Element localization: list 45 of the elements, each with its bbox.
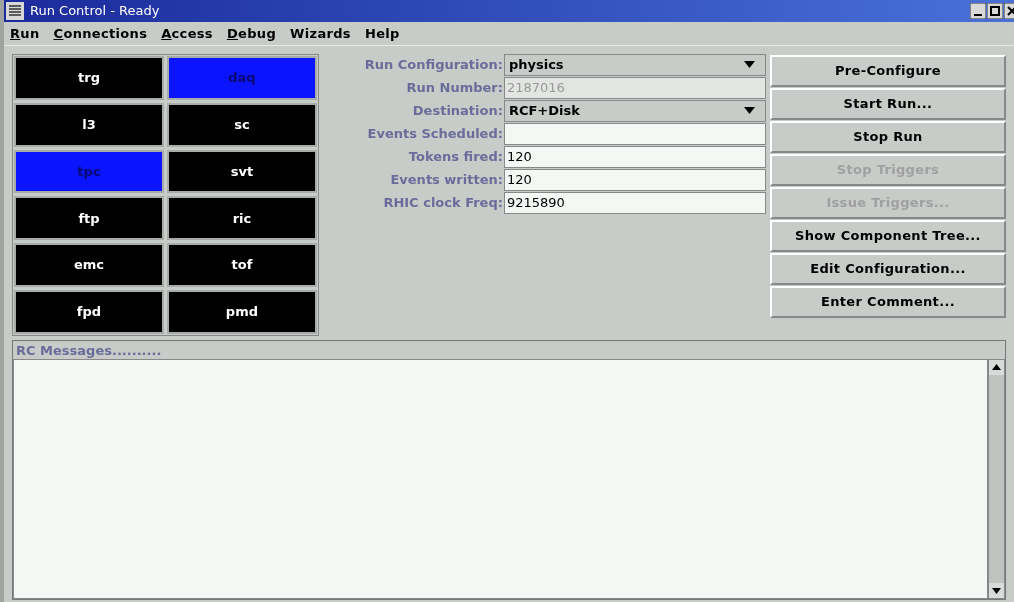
scrollbar[interactable] [988, 359, 1005, 599]
field-label: Run Number: [405, 78, 504, 97]
scroll-down-icon[interactable] [989, 583, 1004, 598]
input-field[interactable] [503, 122, 766, 145]
window-title: Run Control - Ready [30, 2, 161, 21]
input-field[interactable]: 120 [503, 145, 766, 168]
caret-icon [743, 61, 755, 68]
field-label: Run Configuration: [363, 55, 504, 74]
action-button[interactable]: Pre-Configure [769, 55, 1006, 87]
action-button[interactable]: Edit Configuration... [769, 253, 1006, 285]
component-button[interactable]: ftp [14, 196, 164, 241]
component-button[interactable]: trg [14, 56, 164, 100]
component-button[interactable]: emc [14, 243, 164, 288]
dropdown[interactable]: physics [503, 53, 766, 76]
window-menu-icon[interactable] [6, 2, 24, 20]
field-label: Tokens fired: [407, 147, 504, 166]
action-button[interactable]: Enter Comment... [769, 286, 1006, 318]
component-button[interactable]: l3 [14, 102, 164, 147]
component-button[interactable]: pmd [166, 290, 317, 334]
dropdown[interactable]: RCF+Disk [503, 99, 766, 122]
menu-item[interactable]: Access [161, 23, 213, 44]
component-button[interactable]: ric [166, 196, 317, 241]
component-button[interactable]: fpd [14, 290, 164, 334]
action-button[interactable]: Show Component Tree... [769, 220, 1006, 252]
messages-title: RC Messages.......... [15, 342, 163, 359]
menu-item[interactable]: Connections [53, 23, 148, 44]
menu-item[interactable]: Debug [226, 23, 277, 44]
action-button[interactable]: Stop Run [769, 121, 1006, 153]
component-button[interactable]: svt [166, 149, 317, 194]
action-button[interactable]: Start Run... [769, 88, 1006, 120]
menu-item[interactable]: Wizards [290, 23, 351, 44]
component-button[interactable]: tof [166, 243, 317, 288]
input-field[interactable]: 9215890 [503, 191, 766, 214]
menu-item[interactable]: Help [364, 23, 400, 44]
minimize-icon[interactable] [970, 3, 986, 19]
field-label: Destination: [411, 101, 504, 120]
component-button[interactable]: sc [166, 102, 317, 147]
field-label: RHIC clock Freq: [382, 193, 504, 212]
field-label: Events written: [389, 170, 504, 189]
field-label: Events Scheduled: [366, 124, 504, 143]
caret-icon [743, 107, 755, 114]
scroll-up-icon[interactable] [989, 360, 1004, 375]
maximize-icon[interactable] [987, 3, 1003, 19]
input-field[interactable]: 120 [503, 168, 766, 191]
menu-item[interactable]: Run [10, 23, 40, 44]
